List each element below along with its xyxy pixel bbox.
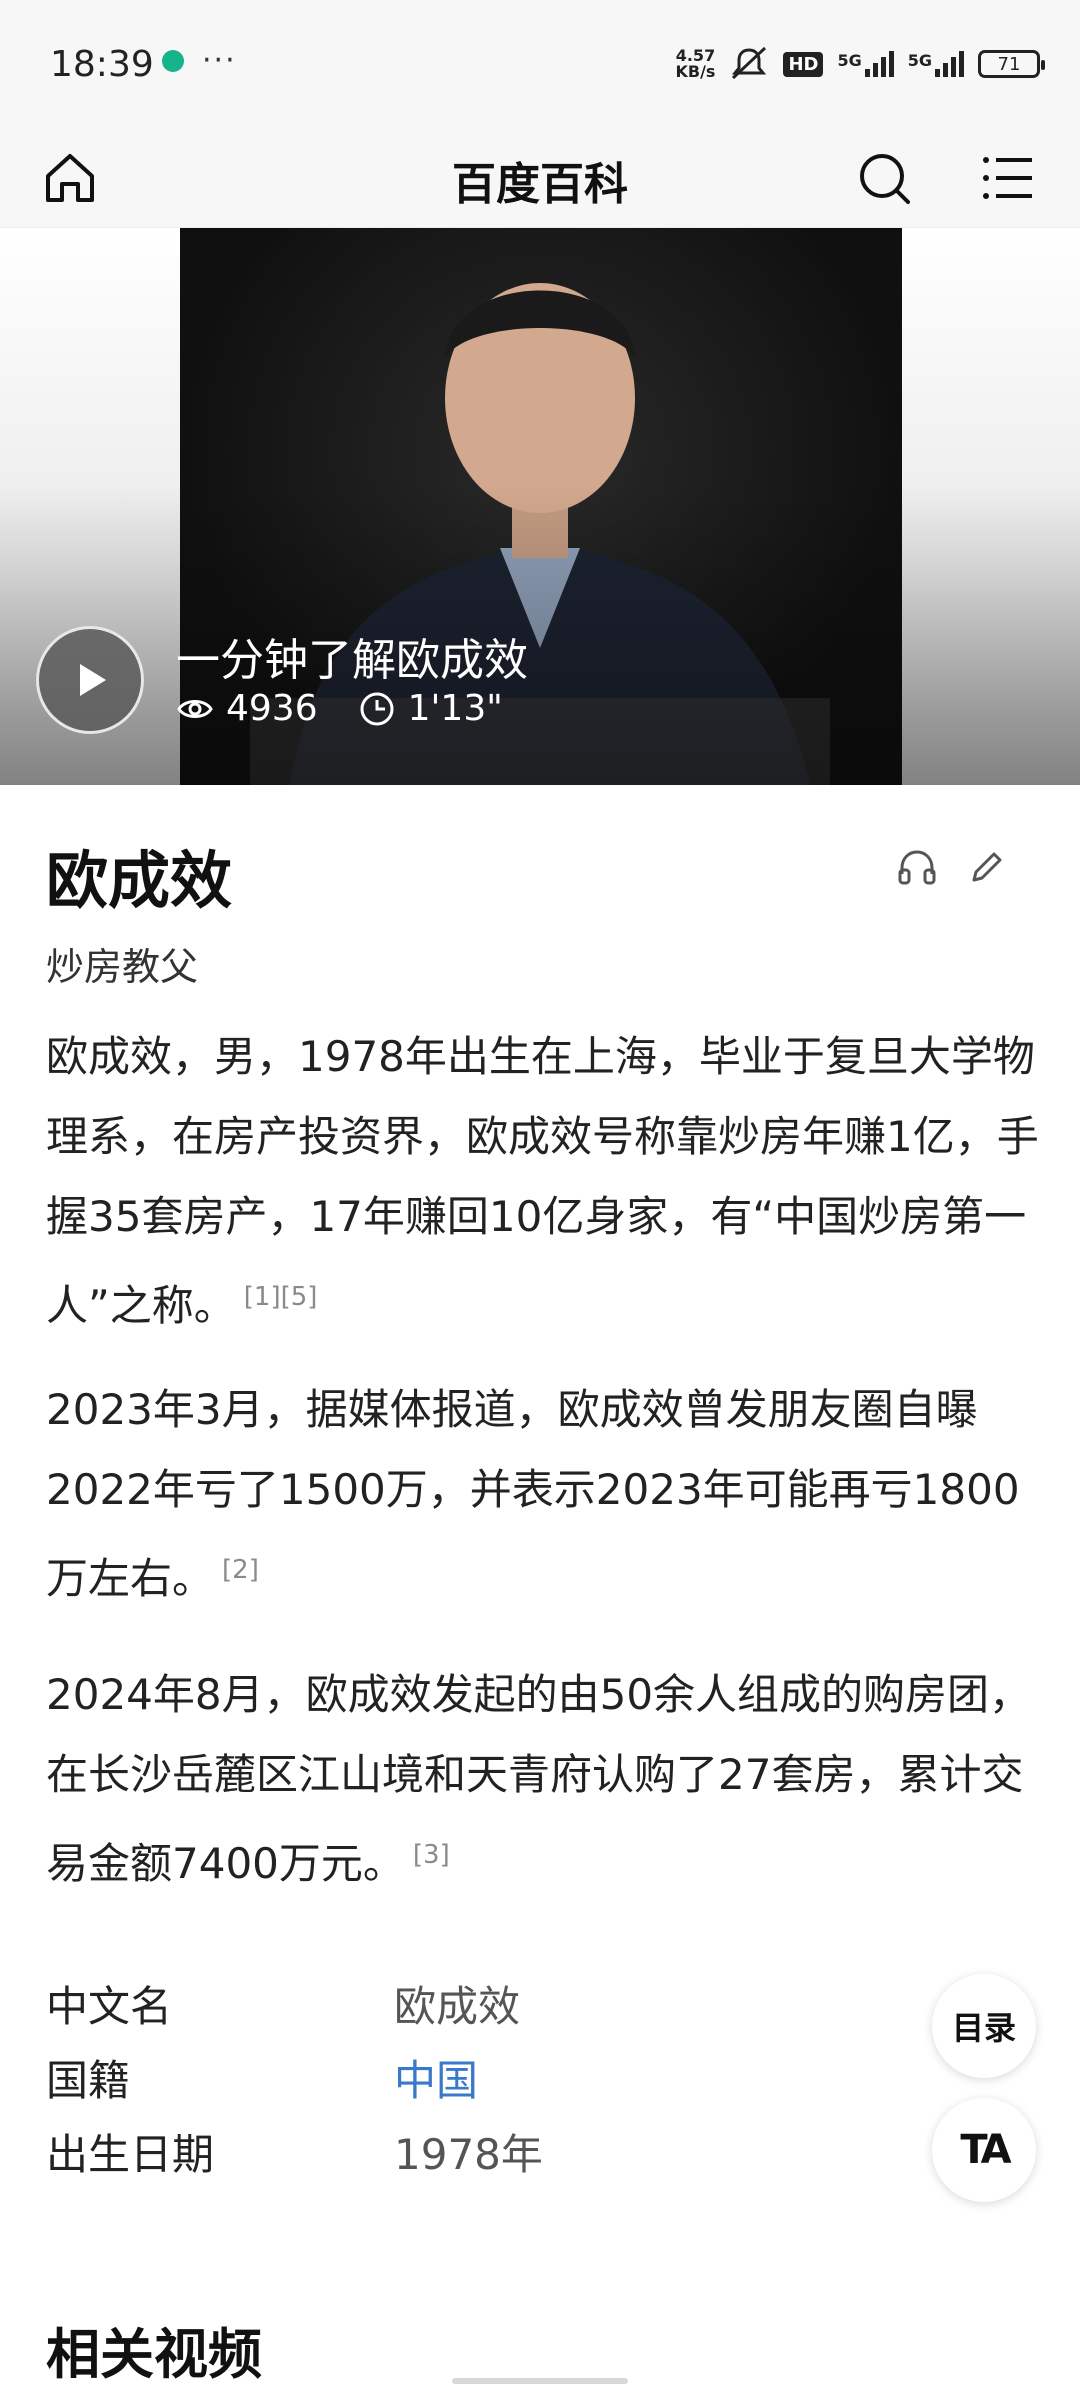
menu-icon[interactable] — [976, 146, 1040, 210]
video-gradient-overlay — [0, 485, 1080, 785]
summary-paragraph: 欧成效，男，1978年出生在上海，毕业于复旦大学物理系，在房产投资界，欧成效号称… — [46, 1017, 1046, 1346]
info-row-birth-date: 出生日期 1978年 — [46, 2114, 646, 2188]
font-size-button[interactable]: TA — [932, 2098, 1036, 2202]
table-of-contents-button[interactable]: 目录 — [932, 1974, 1036, 2078]
hd-voice-icon: HD — [783, 51, 824, 77]
paragraph-text: 2024年8月，欧成效发起的由50余人组成的购房团，在长沙岳麓区江山境和天青府认… — [46, 1670, 1032, 1888]
info-value: 1978年 — [394, 2129, 543, 2179]
app-header: 百度百科 — [0, 128, 1080, 228]
page-title: 百度百科 — [452, 159, 628, 210]
signal-sim2-icon: 5G — [908, 51, 964, 77]
edit-icon[interactable] — [966, 846, 1008, 888]
summary-paragraph: 2023年3月，据媒体报道，欧成效曾发朋友圈自曝2022年亏了1500万，并表示… — [46, 1370, 1046, 1619]
search-icon[interactable] — [852, 146, 916, 210]
sim2-network-type: 5G — [907, 51, 932, 70]
network-speed-unit: KB/s — [675, 62, 716, 81]
status-notifications: ··· — [162, 43, 237, 78]
status-indicators: 4.57 KB/s HD 5G 5G 71 — [675, 46, 1045, 82]
home-indicator[interactable] — [452, 2378, 628, 2384]
video-views: 4936 — [226, 688, 318, 729]
info-label: 国籍 — [46, 2055, 131, 2105]
app-notification-icon — [162, 50, 184, 72]
summary-paragraph: 2024年8月，欧成效发起的由50余人组成的购房团，在长沙岳麓区江山境和天青府认… — [46, 1655, 1046, 1904]
play-icon — [80, 664, 106, 696]
info-label: 中文名 — [46, 1981, 173, 2031]
signal-sim1-icon: 5G — [837, 51, 894, 77]
headphones-icon[interactable] — [896, 846, 938, 888]
network-speed: 4.57 KB/s — [675, 48, 715, 80]
info-row-nationality: 国籍 中国 — [46, 2040, 646, 2114]
basic-info-box: 中文名 欧成效 国籍 中国 出生日期 1978年 — [46, 1966, 646, 2188]
clock-icon — [360, 692, 394, 725]
info-value: 欧成效 — [394, 1981, 521, 2031]
more-notifications-icon: ··· — [202, 43, 237, 78]
video-duration: 1'13" — [407, 688, 503, 729]
video-title: 一分钟了解欧成效 — [176, 635, 528, 686]
paragraph-text: 2023年3月，据媒体报道，欧成效曾发朋友圈自曝2022年亏了1500万，并表示… — [46, 1385, 1020, 1603]
info-row-chinese-name: 中文名 欧成效 — [46, 1966, 646, 2040]
entry-subtitle: 炒房教父 — [46, 945, 199, 989]
sim1-network-type: 5G — [837, 51, 862, 70]
status-time: 18:39 — [50, 44, 154, 85]
video-banner[interactable]: 一分钟了解欧成效 4936 1'13" — [0, 228, 1080, 785]
video-meta: 4936 1'13" — [176, 688, 503, 729]
battery-icon: 71 — [978, 50, 1045, 78]
info-label: 出生日期 — [46, 2129, 215, 2179]
status-bar: 18:39 ··· 4.57 KB/s HD 5G 5G 71 — [0, 0, 1080, 128]
entry-title: 欧成效 — [46, 844, 233, 917]
reference-link[interactable]: [2] — [222, 1555, 259, 1585]
battery-level: 71 — [997, 53, 1021, 75]
reference-link[interactable]: [3] — [413, 1840, 450, 1870]
related-videos-heading: 相关视频 — [46, 2323, 262, 2386]
reference-link[interactable]: [1][5] — [244, 1282, 318, 1312]
nationality-link[interactable]: 中国 — [394, 2047, 478, 2108]
play-button[interactable] — [36, 626, 144, 734]
eye-icon — [177, 699, 213, 718]
paragraph-text: 欧成效，男，1978年出生在上海，毕业于复旦大学物理系，在房产投资界，欧成效号称… — [46, 1032, 1039, 1330]
mute-icon — [732, 46, 767, 80]
